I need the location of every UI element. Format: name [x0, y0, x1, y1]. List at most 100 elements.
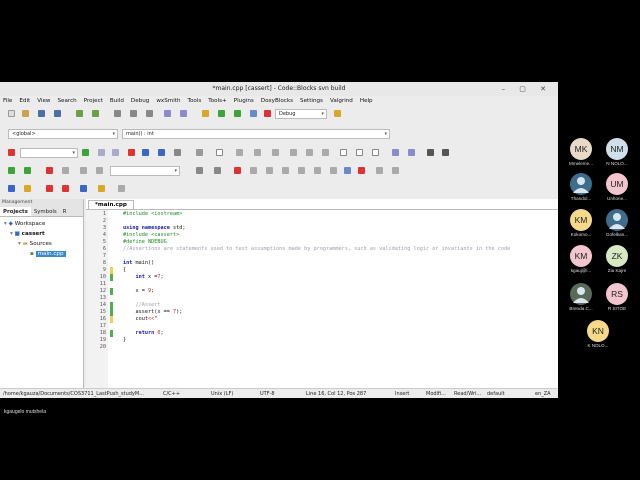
menu-item-debug[interactable]: Debug: [131, 96, 149, 107]
marker-icon[interactable]: [214, 167, 221, 174]
participant-photo[interactable]: [570, 173, 592, 195]
toggle-icon[interactable]: [62, 167, 69, 174]
zoom-in-icon[interactable]: [392, 149, 399, 156]
code-line[interactable]: 9{: [86, 267, 558, 274]
plugin1-icon[interactable]: [46, 185, 53, 192]
code-line[interactable]: 5 #define NDEBUG: [86, 239, 558, 246]
window-controls[interactable]: – ▢ ✕: [502, 82, 552, 96]
code-line[interactable]: 14 //Assert: [86, 302, 558, 309]
open-file-icon[interactable]: [22, 110, 29, 117]
tab-resources[interactable]: R: [60, 207, 70, 216]
menu-item-help[interactable]: Help: [360, 96, 373, 107]
view-icon[interactable]: [322, 149, 329, 156]
build-gear-icon[interactable]: [202, 110, 209, 117]
stop-debug-icon[interactable]: [358, 167, 365, 174]
c-icon[interactable]: [442, 149, 449, 156]
next-instr-icon[interactable]: [314, 167, 321, 174]
code-line[interactable]: 18 return 0;: [86, 330, 558, 337]
bookmark-icon[interactable]: [142, 149, 149, 156]
plugin4-icon[interactable]: [98, 185, 105, 192]
highlight-icon[interactable]: [128, 149, 135, 156]
tree-workspace[interactable]: ▾ ◆ Workspace: [0, 219, 83, 229]
code-line[interactable]: 1 #include <iostream>: [86, 211, 558, 218]
debug-icon[interactable]: [8, 149, 15, 156]
menu-item-file[interactable]: File: [3, 96, 12, 107]
code-line[interactable]: 8 int main(): [86, 260, 558, 267]
save-icon[interactable]: [38, 110, 45, 117]
run-icon[interactable]: [218, 110, 225, 117]
layout-icon[interactable]: [272, 149, 279, 156]
step-over-icon[interactable]: [266, 167, 273, 174]
outline-icon[interactable]: [96, 167, 103, 174]
code-line[interactable]: 11: [86, 281, 558, 288]
code-line[interactable]: 15 assert(x == 7);: [86, 309, 558, 316]
menu-item-tools-[interactable]: Tools+: [208, 96, 226, 107]
select-icon[interactable]: [196, 149, 203, 156]
participant-avatar[interactable]: KM: [570, 209, 592, 231]
participant-avatar[interactable]: NM: [606, 138, 628, 160]
menu-item-settings[interactable]: Settings: [300, 96, 323, 107]
code-area[interactable]: 1 #include <iostream> 2 3 using namespace st…: [86, 209, 558, 389]
participant-avatar[interactable]: UM: [606, 173, 628, 195]
participant-avatar[interactable]: KN: [587, 320, 609, 342]
debug-cursor-icon[interactable]: [250, 167, 257, 174]
step-instr-icon[interactable]: [330, 167, 337, 174]
step-out-icon[interactable]: [298, 167, 305, 174]
copy-icon[interactable]: [130, 110, 137, 117]
cut-icon[interactable]: [114, 110, 121, 117]
frame-icon[interactable]: [340, 149, 347, 156]
undo-icon[interactable]: [76, 110, 83, 117]
code-line[interactable]: 3 using namespace std;: [86, 225, 558, 232]
block-icon[interactable]: [236, 149, 243, 156]
menu-item-edit[interactable]: Edit: [19, 96, 30, 107]
menu-item-valgrind[interactable]: Valgrind: [330, 96, 353, 107]
s-icon[interactable]: [427, 149, 434, 156]
panel-icon[interactable]: [290, 149, 297, 156]
menu-item-plugins[interactable]: Plugins: [234, 96, 254, 107]
menu-item-build[interactable]: Build: [110, 96, 124, 107]
menu-item-tools[interactable]: Tools: [188, 96, 202, 107]
tab-symbols[interactable]: Symbols: [31, 207, 60, 216]
find-icon[interactable]: [164, 110, 171, 117]
participant-photo[interactable]: [570, 283, 592, 305]
pause-icon[interactable]: [344, 167, 351, 174]
step-into-icon[interactable]: [282, 167, 289, 174]
bookmark-next-icon[interactable]: [158, 149, 165, 156]
code-line[interactable]: 17: [86, 323, 558, 330]
windows-icon[interactable]: [376, 167, 383, 174]
plugin2-icon[interactable]: [62, 185, 69, 192]
participant-avatar[interactable]: ZK: [606, 245, 628, 267]
plugin5-icon[interactable]: [118, 185, 125, 192]
stop-icon[interactable]: [46, 167, 53, 174]
code-line[interactable]: 2: [86, 218, 558, 225]
code-line[interactable]: 7: [86, 253, 558, 260]
build-target-select[interactable]: Debug ▾: [275, 109, 327, 119]
code-line[interactable]: 12 x = 9;: [86, 288, 558, 295]
rect-icon[interactable]: [216, 149, 223, 156]
search-input[interactable]: ▾: [20, 148, 78, 158]
menu-item-wxsmith[interactable]: wxSmith: [156, 96, 180, 107]
tree-folder[interactable]: ▾ ▬ Sources: [0, 239, 83, 249]
menu-item-doxyblocks[interactable]: DoxyBlocks: [261, 96, 293, 107]
participant-photo[interactable]: [606, 209, 628, 231]
debug-run-icon[interactable]: [234, 167, 241, 174]
doxy-run-icon[interactable]: [24, 185, 31, 192]
doxy-icon[interactable]: [8, 185, 15, 192]
participant-avatar[interactable]: KM: [570, 245, 592, 267]
code-line[interactable]: 6 //Assertions are statements used to tes…: [86, 246, 558, 253]
function-select[interactable]: main() : int ▾: [122, 129, 390, 139]
replace-icon[interactable]: [180, 110, 187, 117]
forward-icon[interactable]: [24, 167, 31, 174]
zoom-out-icon[interactable]: [408, 149, 415, 156]
target-options-icon[interactable]: [334, 110, 341, 117]
bookmark-prev-icon[interactable]: [174, 149, 181, 156]
save-all-icon[interactable]: [54, 110, 61, 117]
paste-icon[interactable]: [146, 110, 153, 117]
next-icon[interactable]: [82, 149, 89, 156]
frame3-icon[interactable]: [372, 149, 379, 156]
menu-item-search[interactable]: Search: [58, 96, 77, 107]
code-line[interactable]: 16 cout<<": [86, 316, 558, 323]
tree-file[interactable]: ▪ main.cpp: [0, 249, 83, 259]
step-icon[interactable]: [112, 149, 119, 156]
tree-project[interactable]: ▾ ■ cassert: [0, 229, 83, 239]
